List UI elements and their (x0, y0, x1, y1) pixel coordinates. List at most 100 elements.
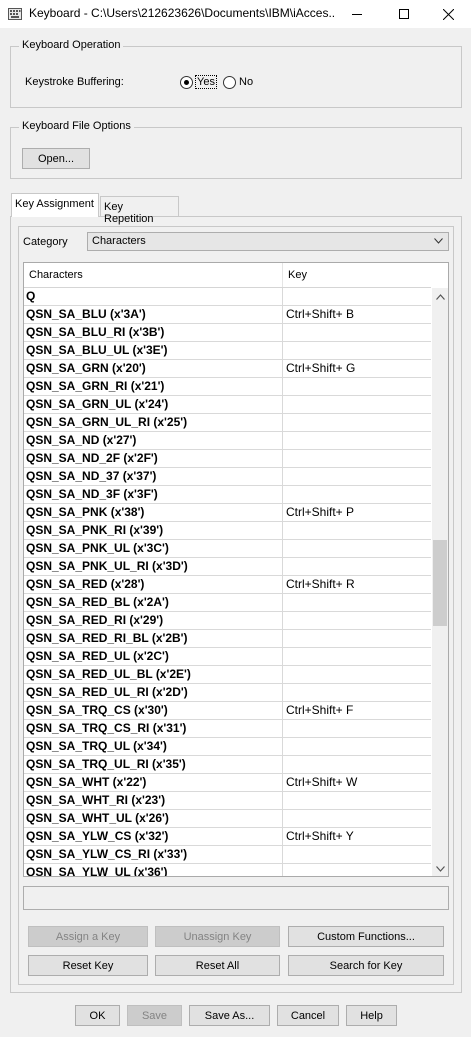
buffering-yes-label[interactable]: Yes (195, 75, 217, 89)
table-row[interactable]: QSN_SA_BLU (x'3A') Ctrl+Shift+ B (24, 306, 431, 324)
table-row[interactable]: Q (24, 288, 431, 306)
save-button[interactable]: Save (127, 1005, 182, 1026)
key-assignment-table: Characters Key Q QSN_SA_BLU (x'3A') Ctrl+S… (23, 262, 449, 877)
table-row[interactable]: QSN_SA_PNK_UL_RI (x'3D') (24, 558, 431, 576)
table-row[interactable]: QSN_SA_TRQ_CS (x'30') Ctrl+Shift+ F (24, 702, 431, 720)
table-row[interactable]: QSN_SA_YLW_CS (x'32') Ctrl+Shift+ Y (24, 828, 431, 846)
column-header-key[interactable]: Key (283, 263, 431, 287)
key-cell (283, 342, 431, 360)
buffering-no-radio[interactable] (223, 76, 236, 89)
key-cell: Ctrl+Shift+ G (286, 361, 356, 375)
key-cell (283, 288, 431, 306)
table-row[interactable]: QSN_SA_PNK_RI (x'39') (24, 522, 431, 540)
table-row[interactable]: QSN_SA_RED (x'28') Ctrl+Shift+ R (24, 576, 431, 594)
table-row[interactable]: QSN_SA_ND_2F (x'2F') (24, 450, 431, 468)
key-cell (283, 666, 431, 684)
table-row[interactable]: QSN_SA_ND_37 (x'37') (24, 468, 431, 486)
character-cell: QSN_SA_GRN_UL (x'24') (24, 396, 283, 414)
key-cell (283, 558, 431, 576)
table-row[interactable]: QSN_SA_RED_UL_BL (x'2E') (24, 666, 431, 684)
key-cell (283, 756, 431, 774)
window-title: Keyboard - C:\Users\212623626\Documents\… (29, 6, 334, 20)
status-field (23, 886, 449, 910)
character-cell: QSN_SA_TRQ_UL_RI (x'35') (24, 756, 283, 774)
table-row[interactable]: QSN_SA_RED_RI (x'29') (24, 612, 431, 630)
tab-key-assignment[interactable]: Key Assignment (11, 193, 99, 217)
ok-button[interactable]: OK (75, 1005, 120, 1026)
key-cell: Ctrl+Shift+ R (286, 577, 355, 591)
table-row[interactable]: QSN_SA_BLU_RI (x'3B') (24, 324, 431, 342)
table-row[interactable]: QSN_SA_GRN_UL (x'24') (24, 396, 431, 414)
table-row[interactable]: QSN_SA_GRN_RI (x'21') (24, 378, 431, 396)
assign-key-button[interactable]: Assign a Key (28, 926, 148, 947)
character-cell: QSN_SA_BLU_RI (x'3B') (24, 324, 283, 342)
table-row[interactable]: QSN_SA_WHT_RI (x'23') (24, 792, 431, 810)
character-cell: QSN_SA_WHT_UL (x'26') (24, 810, 283, 828)
character-cell: QSN_SA_RED_UL_RI (x'2D') (24, 684, 283, 702)
key-cell (283, 648, 431, 666)
search-for-key-button[interactable]: Search for Key (288, 955, 444, 976)
character-cell: QSN_SA_YLW_CS (x'32') (24, 828, 283, 846)
minimize-button[interactable] (334, 0, 380, 28)
table-row[interactable]: QSN_SA_RED_UL_RI (x'2D') (24, 684, 431, 702)
table-row[interactable]: QSN_SA_PNK_UL (x'3C') (24, 540, 431, 558)
reset-all-button[interactable]: Reset All (155, 955, 280, 976)
character-cell: QSN_SA_RED_RI (x'29') (24, 612, 283, 630)
maximize-button[interactable] (381, 0, 427, 28)
keyboard-file-options-legend: Keyboard File Options (19, 120, 134, 132)
key-cell: Ctrl+Shift+ F (286, 703, 354, 717)
vertical-scrollbar[interactable] (432, 288, 448, 876)
character-cell: QSN_SA_RED_RI_BL (x'2B') (24, 630, 283, 648)
buffering-no-label[interactable]: No (239, 76, 253, 88)
reset-key-button[interactable]: Reset Key (28, 955, 148, 976)
table-row[interactable]: QSN_SA_ND_3F (x'3F') (24, 486, 431, 504)
custom-functions-button[interactable]: Custom Functions... (288, 926, 444, 947)
key-cell (283, 846, 431, 864)
open-button[interactable]: Open... (22, 148, 90, 169)
table-row[interactable]: QSN_SA_ND (x'27') (24, 432, 431, 450)
table-row[interactable]: QSN_SA_TRQ_UL (x'34') (24, 738, 431, 756)
character-cell: QSN_SA_RED_UL_BL (x'2E') (24, 666, 283, 684)
table-row[interactable]: QSN_SA_GRN (x'20') Ctrl+Shift+ G (24, 360, 431, 378)
character-cell: QSN_SA_PNK_UL_RI (x'3D') (24, 558, 283, 576)
character-cell: Q (24, 288, 283, 306)
chevron-down-icon (436, 865, 445, 872)
cancel-button[interactable]: Cancel (277, 1005, 339, 1026)
key-cell: Ctrl+Shift+ Y (286, 829, 354, 843)
table-row[interactable]: QSN_SA_WHT_UL (x'26') (24, 810, 431, 828)
table-row[interactable]: QSN_SA_WHT (x'22') Ctrl+Shift+ W (24, 774, 431, 792)
title-bar: Keyboard - C:\Users\212623626\Documents\… (0, 0, 471, 28)
help-button[interactable]: Help (346, 1005, 397, 1026)
table-row[interactable]: QSN_SA_GRN_UL_RI (x'25') (24, 414, 431, 432)
table-row[interactable]: QSN_SA_YLW_CS_RI (x'33') (24, 846, 431, 864)
column-header-characters[interactable]: Characters (24, 263, 283, 287)
character-cell: QSN_SA_WHT_RI (x'23') (24, 792, 283, 810)
scroll-down-button[interactable] (432, 860, 448, 876)
buffering-yes-radio[interactable] (180, 76, 193, 89)
character-cell: QSN_SA_ND (x'27') (24, 432, 283, 450)
character-cell: QSN_SA_PNK_RI (x'39') (24, 522, 283, 540)
category-select[interactable]: Characters (87, 232, 449, 251)
table-row[interactable]: QSN_SA_RED_UL (x'2C') (24, 648, 431, 666)
table-row[interactable]: QSN_SA_BLU_UL (x'3E') (24, 342, 431, 360)
save-as-button[interactable]: Save As... (189, 1005, 270, 1026)
key-cell (283, 450, 431, 468)
table-row[interactable]: QSN_SA_RED_BL (x'2A') (24, 594, 431, 612)
scroll-thumb[interactable] (433, 540, 447, 626)
key-cell (283, 792, 431, 810)
character-cell: QSN_SA_RED_UL (x'2C') (24, 648, 283, 666)
table-row[interactable]: QSN_SA_YLW_UL (x'36') (24, 864, 431, 876)
unassign-key-button[interactable]: Unassign Key (155, 926, 280, 947)
character-cell: QSN_SA_BLU_UL (x'3E') (24, 342, 283, 360)
table-row[interactable]: QSN_SA_TRQ_UL_RI (x'35') (24, 756, 431, 774)
tab-key-repetition[interactable]: Key Repetition (100, 196, 179, 225)
character-cell: QSN_SA_TRQ_UL (x'34') (24, 738, 283, 756)
table-row[interactable]: QSN_SA_PNK (x'38') Ctrl+Shift+ P (24, 504, 431, 522)
close-button[interactable] (425, 0, 471, 28)
scroll-up-button[interactable] (432, 288, 448, 305)
key-cell (283, 720, 431, 738)
key-cell (283, 738, 431, 756)
table-row[interactable]: QSN_SA_TRQ_CS_RI (x'31') (24, 720, 431, 738)
table-row[interactable]: QSN_SA_RED_RI_BL (x'2B') (24, 630, 431, 648)
key-cell (283, 594, 431, 612)
